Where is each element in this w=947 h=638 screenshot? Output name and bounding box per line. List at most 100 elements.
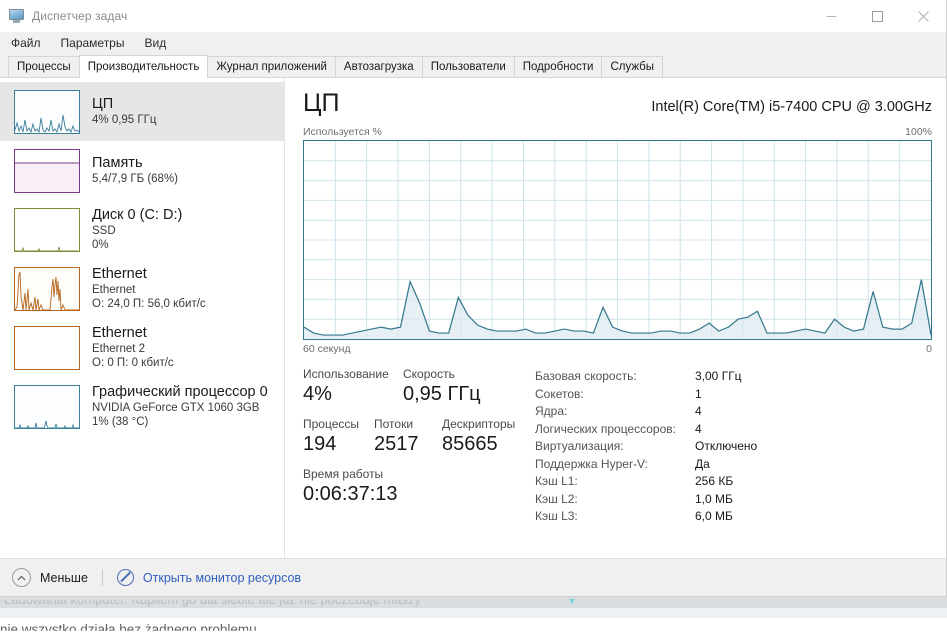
sidebar-item-label: Графический процессор 0 (92, 384, 268, 400)
stat-processes: Процессы 194 (303, 417, 374, 457)
sidebar-item-sub: Ethernet (92, 284, 136, 296)
stat-value: 0,95 ГГц (403, 383, 481, 405)
info-row: Виртуализация: Отключено (535, 438, 932, 456)
task-manager-icon (9, 9, 25, 23)
tab-processes[interactable]: Процессы (8, 56, 80, 77)
sidebar-item-cpu[interactable]: ЦП 4% 0,95 ГГц (0, 82, 284, 141)
info-value: Да (695, 456, 710, 471)
sidebar-item-sub2: О: 0 П: 0 кбит/с (92, 357, 174, 369)
sidebar-item-sub: SSD (92, 225, 116, 237)
minimize-button[interactable] (808, 0, 854, 32)
window-controls (808, 0, 946, 32)
sidebar-item-sub2: 1% (38 °C) (92, 416, 149, 428)
info-value: Отключено (695, 439, 758, 453)
tab-services[interactable]: Службы (601, 56, 664, 77)
tab-details[interactable]: Подробности (513, 56, 603, 77)
info-row: Кэш L2: 1,0 МБ (535, 491, 932, 509)
info-row: Кэш L1: 256 КБ (535, 473, 932, 491)
close-icon[interactable] (900, 0, 946, 32)
sidebar-item-sub: 5,4/7,9 ГБ (68%) (92, 173, 179, 185)
cpu-utilization-chart (303, 140, 932, 340)
sidebar-item-sub2: О: 24,0 П: 56,0 кбит/с (92, 298, 206, 310)
stat-label: Процессы (303, 417, 360, 431)
ethernet-thumbnail-graph (14, 266, 80, 311)
graph-y-max-label: 100% (905, 126, 932, 138)
info-value: 1,0 МБ (695, 491, 733, 506)
info-value: 6,0 МБ (695, 509, 733, 523)
sidebar-item-sub: 4% 0,95 ГГц (92, 114, 157, 126)
menu-item-file[interactable]: Файл (9, 35, 43, 51)
cpu-info-list: Базовая скорость: 3,00 ГГц Сокетов: 1 Яд… (535, 367, 932, 526)
sidebar-item-gpu0[interactable]: Графический процессор 0 NVIDIA GeForce G… (0, 377, 284, 436)
maximize-button[interactable] (854, 0, 900, 32)
info-value: 1 (695, 386, 702, 401)
ethernet2-thumbnail-graph (14, 325, 80, 370)
sidebar-item-disk0[interactable]: Диск 0 (C: D:) SSD 0% (0, 200, 284, 259)
stat-label: Потоки (374, 417, 414, 431)
stat-label: Дескрипторы (442, 417, 516, 431)
graph-top-labels: Используется % 100% (303, 126, 932, 138)
stat-uptime: Время работы 0:06:37:13 (303, 467, 398, 507)
menu-item-view[interactable]: Вид (142, 35, 168, 51)
stat-utilization: Использование 4% (303, 367, 403, 407)
stats-area: Использование 4% Скорость 0,95 ГГц Проце… (303, 367, 932, 526)
page-title: ЦП (303, 89, 340, 117)
panel-header: ЦП Intel(R) Core(TM) i5-7400 CPU @ 3.00G… (303, 88, 932, 118)
info-key: Кэш L2: (535, 491, 578, 506)
sidebar-item-label: Ethernet (92, 266, 147, 282)
info-value: 4 (695, 404, 702, 418)
stats-left-column: Использование 4% Скорость 0,95 ГГц Проце… (303, 367, 535, 526)
info-key: Кэш L3: (535, 509, 578, 523)
stat-handles: Дескрипторы 85665 (442, 417, 532, 457)
tab-startup[interactable]: Автозагрузка (334, 56, 423, 77)
window-body: ЦП 4% 0,95 ГГц Память 5,4/7,9 ГБ (68%) Д… (0, 78, 946, 558)
stat-label: Время работы (303, 467, 384, 481)
tab-users[interactable]: Пользователи (421, 56, 515, 77)
stat-label: Использование (303, 367, 389, 381)
footer-separator (101, 569, 103, 586)
gpu-thumbnail-graph (14, 384, 80, 429)
stat-value: 2517 (374, 433, 419, 455)
chevron-up-icon[interactable] (12, 568, 31, 587)
fewer-details-button[interactable]: Меньше (40, 571, 88, 585)
tab-strip: Процессы Производительность Журнал прило… (0, 54, 946, 78)
background-text-lower: nie wszystko działa bez żadnego problemu (0, 622, 257, 637)
sidebar-item-sub: Ethernet 2 (92, 343, 146, 355)
info-key: Базовая скорость: (535, 369, 637, 383)
task-manager-window: Диспетчер задач Файл Параметры Вид Проце… (0, 0, 947, 597)
sidebar-item-ethernet-2[interactable]: Ethernet Ethernet 2 О: 0 П: 0 кбит/с (0, 318, 284, 377)
info-key: Виртуализация: (535, 439, 624, 453)
tab-performance[interactable]: Производительность (78, 55, 209, 78)
memory-thumbnail-graph (14, 148, 80, 193)
graph-x-axis-label: 60 секунд (303, 343, 351, 355)
info-value: 4 (695, 421, 702, 436)
resource-monitor-icon[interactable] (116, 569, 134, 586)
menu-bar: Файл Параметры Вид (0, 32, 946, 54)
background-panel (0, 608, 947, 618)
menu-item-options[interactable]: Параметры (59, 35, 127, 51)
sidebar-item-memory[interactable]: Память 5,4/7,9 ГБ (68%) (0, 141, 284, 200)
info-row: Поддержка Hyper-V: Да (535, 456, 932, 474)
info-key: Поддержка Hyper-V: (535, 456, 648, 471)
sidebar-item-ethernet-1[interactable]: Ethernet Ethernet О: 24,0 П: 56,0 кбит/с (0, 259, 284, 318)
info-row: Базовая скорость: 3,00 ГГц (535, 368, 932, 386)
cpu-chart-svg (304, 141, 931, 339)
info-row: Ядра: 4 (535, 403, 932, 421)
tab-app-history[interactable]: Журнал приложений (207, 56, 336, 77)
stat-value: 194 (303, 433, 337, 455)
info-key: Ядра: (535, 404, 568, 418)
info-value: 256 КБ (695, 474, 734, 488)
stat-value: 85665 (442, 433, 498, 455)
sidebar-item-label: Диск 0 (C: D:) (92, 207, 183, 223)
open-resource-monitor-link[interactable]: Открыть монитор ресурсов (143, 571, 301, 585)
stat-threads: Потоки 2517 (374, 417, 442, 457)
info-row: Кэш L3: 6,0 МБ (535, 508, 932, 526)
info-key: Сокетов: (535, 386, 584, 401)
cpu-model-label: Intel(R) Core(TM) i5-7400 CPU @ 3.00GHz (651, 99, 932, 115)
info-row: Логических процессоров: 4 (535, 421, 932, 439)
graph-bottom-labels: 60 секунд 0 (303, 343, 932, 355)
stat-value: 0:06:37:13 (303, 483, 398, 505)
stat-speed: Скорость 0,95 ГГц (403, 367, 523, 407)
sidebar-item-sub: NVIDIA GeForce GTX 1060 3GB (92, 402, 260, 414)
disk-thumbnail-graph (14, 207, 80, 252)
